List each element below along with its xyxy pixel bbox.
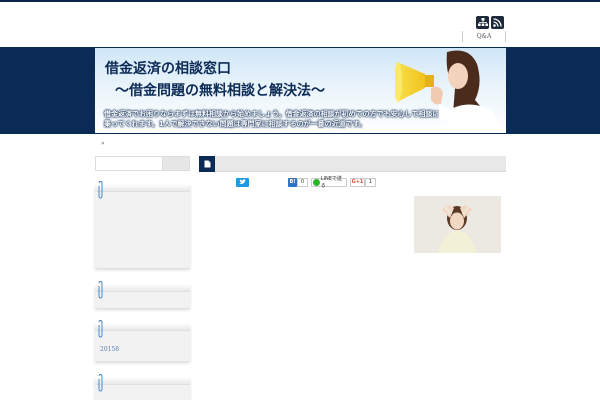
paperclip-icon [98, 320, 103, 338]
sidebar-widget-archive: 20158 [95, 320, 190, 361]
top-border [0, 0, 600, 2]
widget-cap [95, 284, 190, 292]
header-icons [476, 16, 504, 29]
hatena-count: 0 [297, 177, 308, 187]
share-buttons: B! 0 LINEで送る G+1 1 [236, 176, 376, 189]
widget-cap [95, 377, 190, 385]
archive-link[interactable]: 20158 [100, 346, 119, 353]
worried-woman-image [414, 196, 501, 253]
sidebar-widget-2 [95, 281, 190, 308]
banner-description: 借金返済でお困りならまずは無料相談から始めましょう。借金返済の相談が初めての方で… [104, 110, 440, 128]
sidebar-widget-1 [95, 181, 190, 268]
line-share-label: LINEで送る [320, 176, 342, 189]
google-plus-count: 1 [365, 177, 376, 187]
search-button[interactable] [162, 157, 189, 170]
hatena-bookmark-button[interactable]: B! [288, 177, 297, 187]
paperclip-icon [98, 181, 103, 199]
document-icon [199, 156, 215, 172]
rss-icon[interactable] [491, 16, 504, 29]
search-form [95, 156, 190, 171]
sitemap-icon[interactable] [476, 16, 489, 29]
paperclip-icon [98, 281, 103, 299]
header-banner[interactable]: 借金返済の相談窓口 ～借金問題の無料相談と解決法～ 借金返済でお困りならまずは無… [95, 48, 506, 133]
nav-item-qa[interactable]: Q&A [462, 31, 506, 42]
post-title-bar [199, 156, 506, 172]
banner-subtitle: ～借金問題の無料相談と解決法～ [115, 83, 325, 99]
twitter-bird-icon [239, 179, 246, 185]
google-plus-button[interactable]: G+1 [350, 177, 365, 187]
line-share-button[interactable]: LINEで送る [311, 176, 347, 189]
banner-title: 借金返済の相談窓口 [105, 61, 231, 77]
breadcrumb[interactable]: » [101, 140, 105, 148]
paperclip-icon [98, 374, 103, 392]
megaphone-woman-image [395, 50, 506, 133]
line-icon [313, 178, 320, 186]
twitter-share-button[interactable] [236, 177, 249, 187]
widget-cap [95, 184, 190, 192]
widget-cap [95, 323, 190, 331]
search-input[interactable] [96, 157, 162, 170]
sidebar-widget-4 [95, 374, 190, 400]
